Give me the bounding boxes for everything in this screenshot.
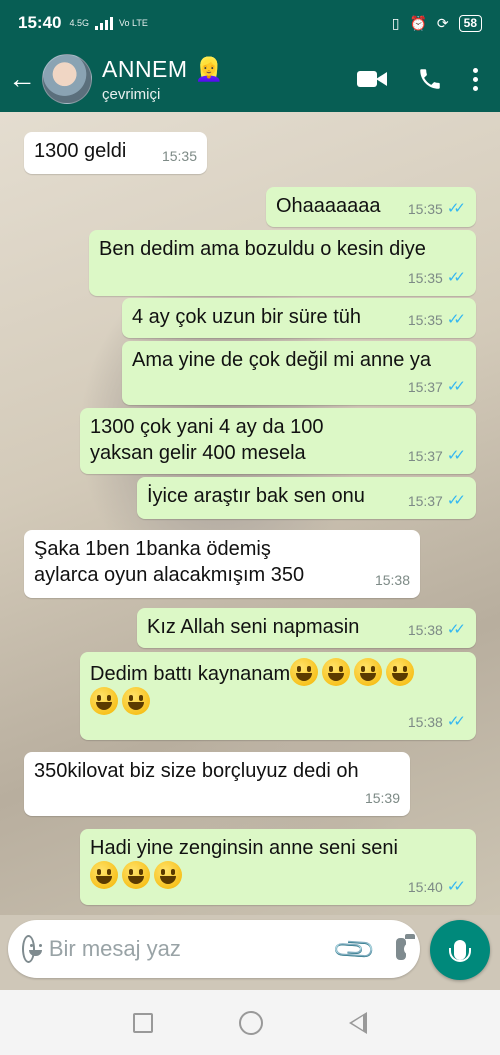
read-ticks-icon: ✓✓ — [446, 269, 466, 286]
message-time: 15:35 — [407, 270, 443, 286]
message-time: 15:35 — [407, 312, 443, 328]
read-ticks-icon: ✓✓ — [446, 621, 466, 638]
message-time: 15:35 — [161, 148, 197, 164]
message-bubble[interactable]: Şaka 1ben 1banka ödemiş aylarca oyun ala… — [24, 530, 420, 598]
read-ticks-icon: ✓✓ — [446, 492, 466, 509]
read-ticks-icon: ✓✓ — [446, 713, 466, 730]
grinning-emoji-icon — [154, 861, 182, 889]
message-time: 15:40 — [407, 879, 443, 895]
volte-label: Vo LTE — [119, 17, 148, 28]
message-bubble[interactable]: 1300 çok yani 4 ay da 100 yaksan gelir 4… — [80, 408, 476, 474]
message-bubble[interactable]: Dedim battı kaynanam 15:38 ✓✓ — [80, 652, 476, 740]
contact-name: ANNEM 👱‍♀️ — [102, 55, 224, 82]
message-time: 15:38 — [374, 572, 410, 588]
phone-icon[interactable] — [417, 66, 443, 92]
grinning-emoji-icon — [354, 658, 383, 686]
message-time: 15:37 — [407, 448, 443, 464]
message-bubble[interactable]: Ohaaaaaaa 15:35 ✓✓ — [266, 187, 476, 227]
attach-icon[interactable]: 📎 — [330, 925, 378, 973]
header-actions — [357, 66, 478, 92]
read-ticks-icon: ✓✓ — [446, 378, 466, 395]
status-bar: 15:40 4.5G Vo LTE ▯ ⏰ ⟳ 58 — [0, 0, 500, 46]
message-bubble[interactable]: Ben dedim ama bozuldu o kesin diye 15:35… — [89, 230, 476, 296]
read-ticks-icon: ✓✓ — [446, 311, 466, 328]
message-time: 15:39 — [364, 790, 400, 806]
message-time: 15:38 — [407, 714, 443, 730]
back-arrow-icon[interactable]: ← — [2, 63, 42, 95]
contact-info[interactable]: ANNEM 👱‍♀️ çevrimiçi — [102, 56, 357, 103]
grinning-emoji-icon — [322, 658, 351, 686]
home-icon[interactable] — [239, 1010, 263, 1035]
chat-area: 1300 geldi 15:35 Ohaaaaaaa 15:35 ✓✓ Ben d… — [0, 112, 500, 915]
read-ticks-icon: ✓✓ — [446, 878, 466, 895]
grinning-emoji-icon — [386, 658, 415, 686]
message-time: 15:37 — [407, 379, 443, 395]
message-time: 15:35 — [407, 201, 443, 217]
mic-icon — [449, 940, 471, 962]
message-time: 15:38 — [407, 622, 443, 638]
more-options-icon[interactable] — [473, 67, 478, 91]
message-bubble[interactable]: 1300 geldi 15:35 — [24, 132, 207, 174]
message-composer: 📎 — [8, 920, 420, 978]
grinning-emoji-icon — [122, 687, 150, 715]
message-bubble[interactable]: Ama yine de çok değil mi anne ya 15:37 ✓✓ — [122, 341, 476, 405]
grinning-emoji-icon — [90, 687, 118, 715]
battery-indicator: 58 — [458, 14, 482, 32]
contact-status: çevrimiçi — [102, 85, 161, 103]
message-bubble[interactable]: Kız Allah seni napmasin 15:38 ✓✓ — [137, 608, 476, 648]
grinning-emoji-icon — [122, 861, 150, 889]
grinning-emoji-icon — [290, 658, 319, 686]
camera-icon[interactable] — [395, 934, 417, 960]
vibrate-icon: ▯ — [391, 14, 400, 31]
read-ticks-icon: ✓✓ — [446, 447, 466, 464]
status-time: 15:40 — [18, 13, 62, 32]
chat-header: ← ANNEM 👱‍♀️ çevrimiçi — [0, 46, 500, 112]
signal-icon — [95, 16, 113, 30]
status-right: ▯ ⏰ ⟳ 58 — [391, 14, 482, 32]
emoji-icon[interactable] — [22, 935, 42, 963]
voice-record-button[interactable] — [430, 920, 490, 980]
contact-emoji: 👱‍♀️ — [194, 55, 224, 82]
read-ticks-icon: ✓✓ — [446, 200, 466, 217]
message-bubble[interactable]: 350kilovat biz size borçluyuz dedi oh 15… — [24, 752, 410, 816]
back-icon[interactable] — [349, 1011, 367, 1034]
message-bubble[interactable]: İyice araştır bak sen onu 15:37 ✓✓ — [137, 477, 476, 519]
avatar[interactable] — [42, 54, 92, 104]
lock-rotation-icon: ⟳ — [436, 14, 449, 31]
message-bubble[interactable]: 4 ay çok uzun bir süre tüh 15:35 ✓✓ — [122, 298, 476, 338]
alarm-icon: ⏰ — [409, 14, 427, 31]
message-time: 15:37 — [407, 493, 443, 509]
system-nav-bar — [0, 990, 500, 1055]
video-call-icon[interactable] — [357, 69, 387, 89]
network-type: 4.5G — [69, 17, 89, 28]
message-input[interactable] — [48, 936, 337, 962]
message-bubble[interactable]: Hadi yine zenginsin anne seni seni 15:40… — [80, 829, 476, 905]
recent-apps-icon[interactable] — [133, 1012, 153, 1033]
grinning-emoji-icon — [90, 861, 118, 889]
